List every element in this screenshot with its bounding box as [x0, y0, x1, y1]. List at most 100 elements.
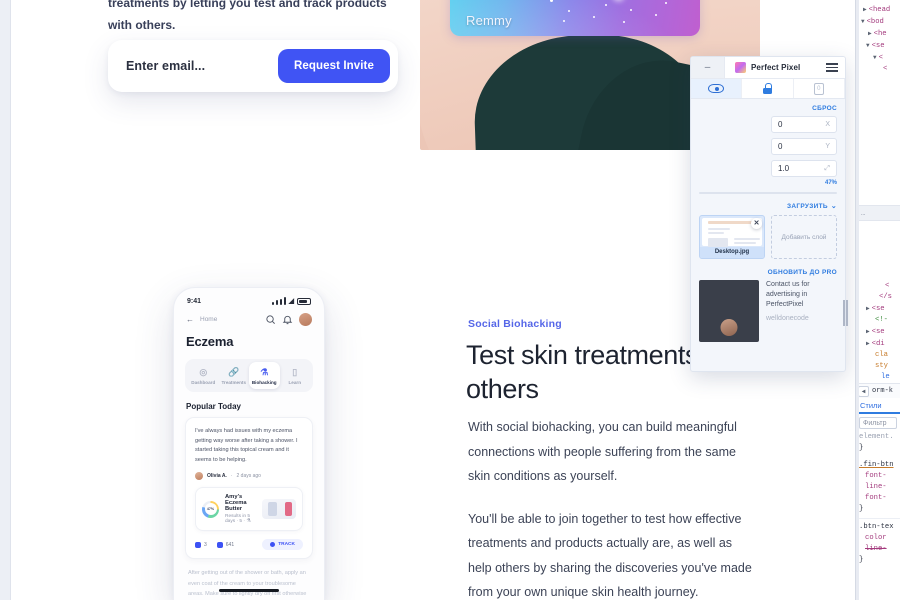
- page-scrollbar-handle[interactable]: [843, 300, 848, 326]
- styles-filter-input[interactable]: Фильтр: [859, 417, 897, 429]
- status-time: 9:41: [187, 297, 202, 305]
- battery-icon: [297, 297, 311, 305]
- perfect-pixel-logo-icon: [735, 62, 746, 73]
- phone-navbar: ← Home: [174, 307, 324, 328]
- css-selector[interactable]: .btn-tex: [859, 522, 900, 533]
- dom-comment: <!-: [875, 316, 888, 324]
- comment-count: 3: [204, 541, 207, 548]
- tab-treatments[interactable]: 🔗 Treatments: [219, 362, 250, 389]
- perfect-pixel-panel: – Perfect Pixel 0 СБРОС 0 X 0 Y 1.0 ⤢ 47…: [690, 56, 846, 372]
- dom-node[interactable]: <: [859, 281, 900, 292]
- pp-titlebar: – Perfect Pixel: [691, 57, 845, 79]
- pp-brand: Perfect Pixel: [725, 62, 819, 73]
- dom-node[interactable]: ▶ <head: [859, 4, 900, 16]
- css-line[interactable]: color: [859, 533, 900, 544]
- dom-attribute: sty: [875, 362, 888, 370]
- upload-button[interactable]: ЗАГРУЗИТЬ ⌄: [691, 194, 845, 215]
- body-paragraph-1: With social biohacking, you can build me…: [468, 420, 737, 483]
- dom-tree: ▶ <head ▼ <bod ▶ <he ▼ <se ▼ < <: [856, 0, 900, 75]
- product-card[interactable]: 47% Amy's Eczema Butter Results in 5 day…: [195, 487, 303, 532]
- ad-image: [699, 280, 759, 342]
- css-selector[interactable]: .fin-btn: [859, 460, 900, 471]
- upgrade-pro-link[interactable]: ОБНОВИТЬ ДО PRO: [691, 259, 845, 280]
- dom-tree-spacer: [856, 75, 900, 205]
- pp-tab-visibility[interactable]: [691, 79, 743, 98]
- eye-icon: [708, 84, 725, 93]
- search-icon[interactable]: [265, 314, 276, 325]
- pp-advertisement: Contact us for advertising in PerfectPix…: [691, 280, 845, 350]
- post-time: 2 days ago: [236, 473, 261, 480]
- avatar[interactable]: [299, 313, 312, 326]
- css-line-disabled[interactable]: line-: [859, 544, 900, 555]
- minimize-button[interactable]: –: [691, 57, 725, 78]
- bell-icon[interactable]: [282, 314, 293, 325]
- track-button[interactable]: TRACK: [262, 539, 303, 551]
- link-icon: 🔗: [228, 367, 240, 377]
- nav-back-label[interactable]: Home: [200, 316, 217, 323]
- collapse-arrow-icon[interactable]: ▼: [873, 54, 877, 61]
- dom-node[interactable]: ▶ <he: [859, 28, 900, 40]
- hamburger-icon[interactable]: [819, 63, 845, 72]
- expand-arrow-icon[interactable]: ▶: [866, 340, 870, 347]
- dom-node[interactable]: <: [859, 64, 900, 75]
- pp-tab-measure[interactable]: 0: [794, 79, 845, 98]
- dom-node[interactable]: ▼ <bod: [859, 16, 900, 28]
- css-line[interactable]: line-: [859, 482, 900, 493]
- expand-arrow-icon[interactable]: ▶: [866, 305, 870, 312]
- collapse-arrow-icon[interactable]: ▼: [861, 18, 865, 25]
- layer-thumbnail[interactable]: ✕ Desktop.jpg: [699, 215, 765, 259]
- close-icon[interactable]: ✕: [751, 218, 762, 229]
- body-paragraph-2: You'll be able to join together to test …: [468, 511, 752, 600]
- add-layer-button[interactable]: Добавить слой: [771, 215, 837, 259]
- dom-node[interactable]: ▼ <se: [859, 40, 900, 52]
- css-line[interactable]: font-: [859, 493, 900, 504]
- css-line: }: [859, 505, 864, 513]
- back-arrow-icon[interactable]: ←: [186, 315, 194, 324]
- phone-mockup: 9:41 ◢ ← Home Eczema ◎ Dashboard 🔗 Treat…: [173, 287, 325, 600]
- dom-node[interactable]: ▶ <di: [859, 338, 900, 350]
- opacity-slider[interactable]: [699, 192, 837, 194]
- product-meta: Results in 5 days · 5 · ⚗: [225, 514, 251, 525]
- post-body: I've always had issues with my eczema ge…: [195, 428, 298, 463]
- reset-button[interactable]: СБРОС: [699, 105, 837, 112]
- post-meta: Olivia A. · 2 days ago: [195, 472, 303, 481]
- devtools-overflow-dots[interactable]: …: [856, 205, 900, 221]
- section-body: With social biohacking, you can build me…: [468, 415, 753, 600]
- dom-node[interactable]: ▼ <: [859, 52, 900, 64]
- css-line[interactable]: font-: [859, 471, 900, 482]
- comment-icon: [195, 541, 201, 548]
- hero-gradient-banner: Remmy: [450, 0, 700, 36]
- tab-styles[interactable]: Стили: [860, 401, 882, 410]
- pp-transform-section: СБРОС 0 X 0 Y 1.0 ⤢ 47%: [691, 99, 845, 194]
- progress-ring-value: 47%: [204, 503, 217, 516]
- like-stat[interactable]: 641: [216, 541, 234, 548]
- scale-field[interactable]: 1.0 ⤢: [771, 160, 837, 177]
- breadcrumb: ◀ orm-k: [856, 383, 900, 398]
- dom-node[interactable]: ▶ <se: [859, 303, 900, 315]
- track-icon: [270, 542, 276, 548]
- post-card[interactable]: I've always had issues with my eczema ge…: [185, 417, 313, 560]
- tab-learn[interactable]: ▯ Learn: [280, 362, 311, 389]
- breadcrumb-node[interactable]: orm-k: [872, 387, 893, 395]
- dom-node[interactable]: ▶ <se: [859, 326, 900, 338]
- request-invite-button[interactable]: Request Invite: [277, 49, 390, 83]
- comment-stat[interactable]: 3: [195, 541, 207, 548]
- offset-x-field[interactable]: 0 X: [771, 116, 837, 133]
- expand-arrow-icon[interactable]: ▶: [863, 6, 867, 13]
- expand-arrow-icon[interactable]: ▶: [866, 328, 870, 335]
- pp-tab-lock[interactable]: [742, 79, 794, 98]
- breadcrumb-back-icon[interactable]: ◀: [858, 385, 869, 397]
- tab-label: Dashboard: [191, 380, 216, 385]
- dom-node[interactable]: </s: [859, 292, 900, 303]
- pp-app-name: Perfect Pixel: [751, 63, 801, 72]
- collapse-arrow-icon[interactable]: ▼: [866, 42, 870, 49]
- tab-biohacking[interactable]: ⚗ Biohacking: [249, 362, 280, 389]
- tab-dashboard[interactable]: ◎ Dashboard: [188, 362, 219, 389]
- expand-arrow-icon[interactable]: ▶: [868, 30, 872, 37]
- layer-filename: Desktop.jpg: [700, 247, 764, 258]
- dashboard-icon: ◎: [199, 367, 208, 377]
- offset-y-field[interactable]: 0 Y: [771, 138, 837, 155]
- email-input[interactable]: Enter email...: [126, 59, 278, 73]
- css-line: element.: [859, 433, 894, 441]
- email-capture-card: Enter email... Request Invite: [108, 40, 398, 92]
